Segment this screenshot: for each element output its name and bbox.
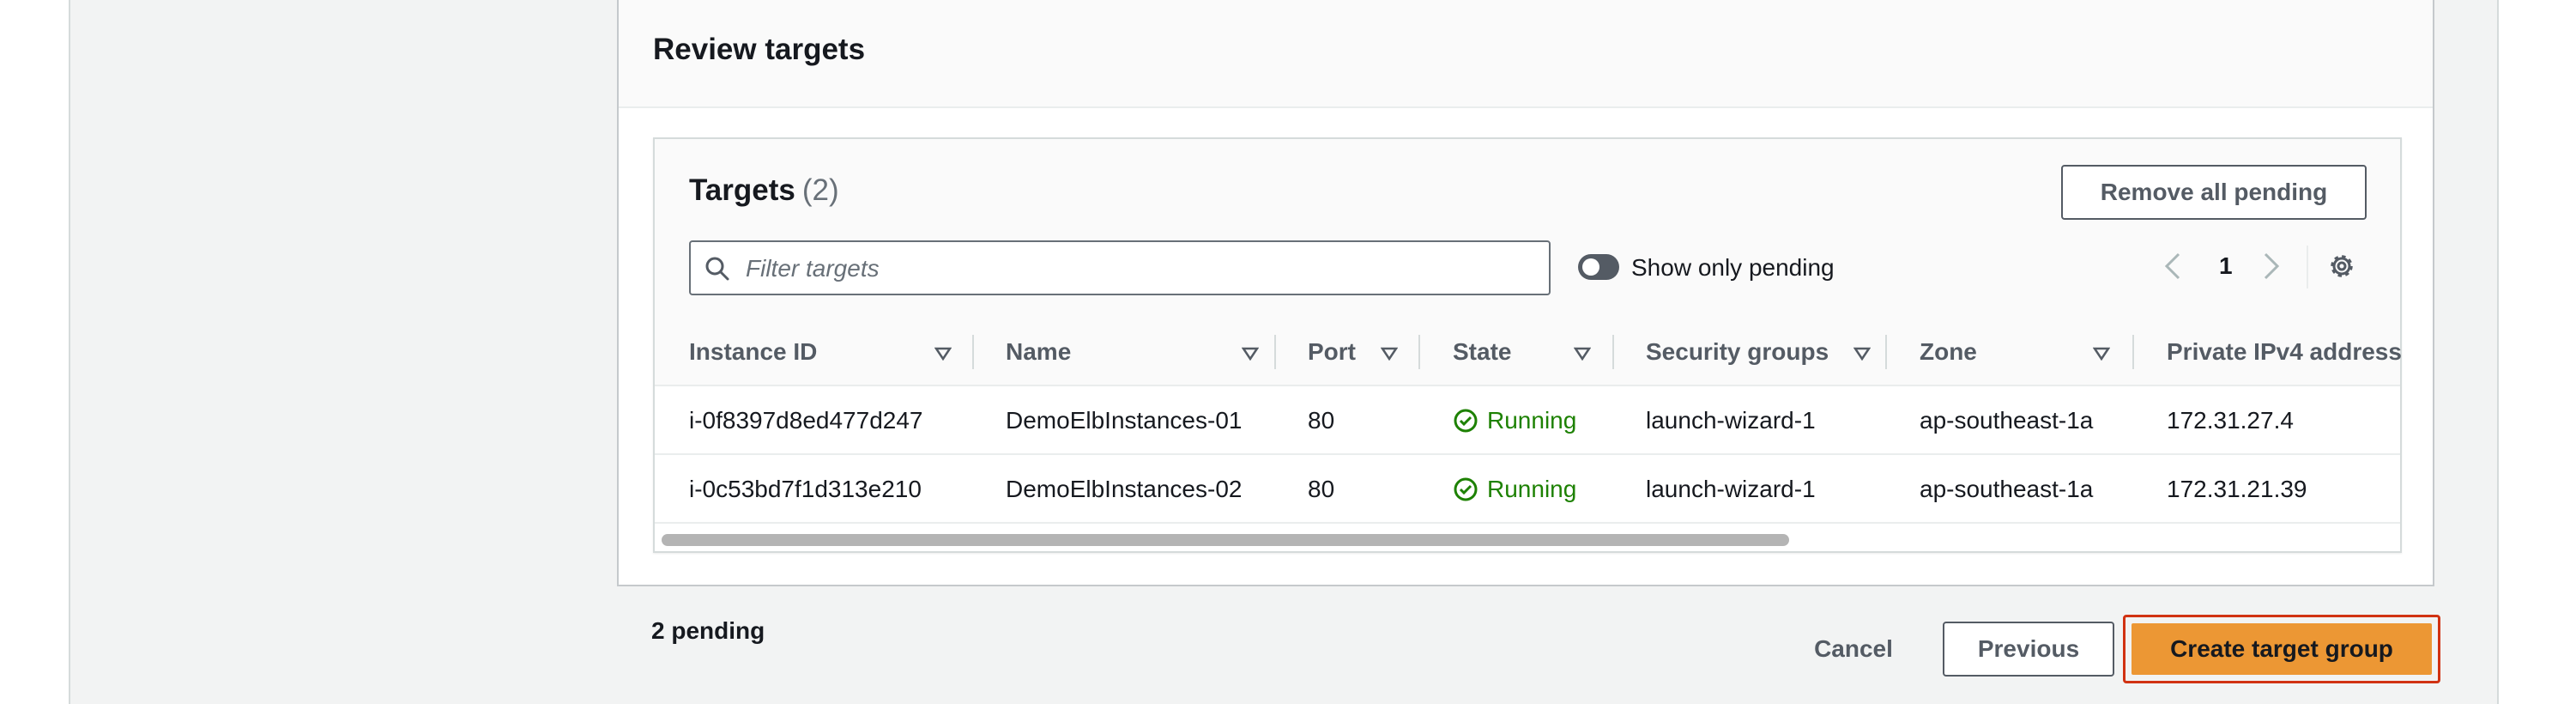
targets-count: (2) — [801, 173, 839, 207]
check-circle-icon — [1454, 477, 1478, 501]
table-header: Instance ID Name Port State Security gro… — [655, 318, 2402, 386]
sort-caret-down-icon[interactable] — [2093, 347, 2110, 361]
state-label: Running — [1487, 476, 1577, 502]
search-icon — [705, 257, 729, 281]
pending-count: 2 pending — [651, 617, 765, 644]
remove-all-pending-button[interactable]: Remove all pending — [2061, 165, 2367, 220]
table-row: i-0c53bd7f1d313e210 DemoElbInstances-02 … — [655, 455, 2400, 524]
column-header-private-ipv4[interactable]: Private IPv4 address — [2167, 338, 2402, 366]
column-divider[interactable] — [1612, 335, 1614, 369]
column-header-port[interactable]: Port — [1308, 338, 1356, 366]
cell-instance-id: i-0f8397d8ed477d247 — [689, 407, 923, 434]
cell-zone: ap-southeast-1a — [1920, 476, 2094, 502]
column-header-name[interactable]: Name — [1006, 338, 1071, 366]
cell-name: DemoElbInstances-02 — [1006, 476, 1243, 502]
targets-table-toolbar: Targets(2) Remove all pending Show only … — [655, 139, 2400, 318]
show-only-pending-toggle[interactable] — [1578, 254, 1619, 280]
sort-caret-down-icon[interactable] — [1574, 347, 1591, 361]
targets-title: Targets — [689, 173, 795, 207]
sort-caret-down-icon[interactable] — [1853, 347, 1871, 361]
cell-port: 80 — [1308, 407, 1335, 434]
review-targets-title: Review targets — [653, 33, 866, 66]
cell-name: DemoElbInstances-01 — [1006, 407, 1243, 434]
filter-targets-input-wrapper[interactable] — [689, 240, 1551, 295]
create-target-group-button[interactable]: Create target group — [2132, 623, 2432, 675]
cancel-button[interactable]: Cancel — [1800, 622, 1907, 677]
horizontal-scrollbar[interactable] — [655, 527, 2400, 551]
pagination-current-page[interactable]: 1 — [2219, 252, 2233, 280]
gear-icon[interactable] — [2326, 251, 2357, 282]
sort-caret-down-icon[interactable] — [1381, 347, 1398, 361]
chevron-right-icon[interactable] — [2262, 251, 2281, 282]
check-circle-icon — [1454, 409, 1478, 433]
state-label: Running — [1487, 407, 1577, 434]
toggle-knob — [1582, 258, 1599, 276]
show-only-pending-label: Show only pending — [1631, 254, 1835, 281]
sort-caret-down-icon[interactable] — [934, 347, 952, 361]
cell-state: Running — [1453, 407, 1576, 434]
previous-button[interactable]: Previous — [1943, 622, 2114, 677]
column-divider[interactable] — [1274, 335, 1276, 369]
cell-port: 80 — [1308, 476, 1335, 502]
column-divider[interactable] — [1418, 335, 1420, 369]
column-divider[interactable] — [1885, 335, 1887, 369]
targets-table-container: Targets(2) Remove all pending Show only … — [653, 137, 2402, 553]
table-row: i-0f8397d8ed477d247 DemoElbInstances-01 … — [655, 386, 2400, 455]
cell-private-ipv4: 172.31.21.39 — [2167, 476, 2307, 502]
cell-private-ipv4: 172.31.27.4 — [2167, 407, 2294, 434]
cell-instance-id: i-0c53bd7f1d313e210 — [689, 476, 922, 502]
column-header-state[interactable]: State — [1453, 338, 1511, 366]
sort-caret-down-icon[interactable] — [1242, 347, 1259, 361]
column-divider[interactable] — [2132, 335, 2134, 369]
cell-security-groups: launch-wizard-1 — [1646, 476, 1816, 502]
review-targets-header: Review targets — [619, 0, 2433, 108]
filter-targets-input[interactable] — [744, 249, 1537, 288]
cell-security-groups: launch-wizard-1 — [1646, 407, 1816, 434]
targets-heading: Targets (2) — [689, 173, 839, 208]
cell-zone: ap-southeast-1a — [1920, 407, 2094, 434]
horizontal-scrollbar-thumb[interactable] — [662, 534, 1789, 546]
pagination-divider — [2307, 246, 2308, 288]
column-header-instance-id[interactable]: Instance ID — [689, 338, 817, 366]
review-targets-panel: Review targets Targets (2) Remove all pen… — [617, 0, 2434, 586]
column-divider[interactable] — [972, 335, 974, 369]
chevron-left-icon[interactable] — [2163, 251, 2182, 282]
cell-state: Running — [1453, 476, 1576, 503]
column-header-security-groups[interactable]: Security groups — [1646, 338, 1829, 366]
column-header-zone[interactable]: Zone — [1920, 338, 1977, 366]
